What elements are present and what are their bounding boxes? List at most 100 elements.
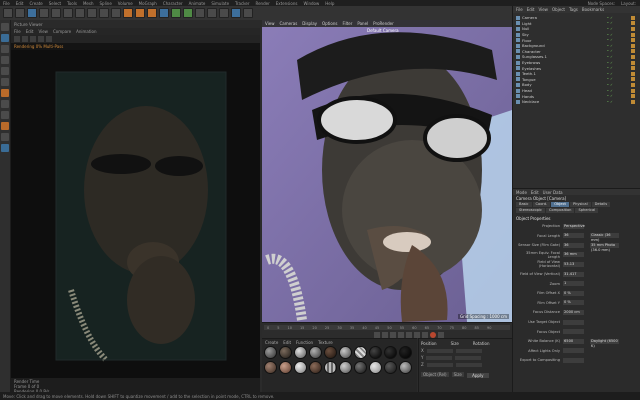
- menu-character[interactable]: Character: [163, 1, 183, 6]
- menu-mograph[interactable]: MoGraph: [139, 1, 157, 6]
- tweak-icon[interactable]: [1, 100, 9, 108]
- property-preset-select[interactable]: 35 mm Photo (36.0 mm): [590, 242, 619, 252]
- spline-pen-icon[interactable]: [171, 8, 181, 18]
- render-settings-icon[interactable]: [147, 8, 157, 18]
- attribute-tab-physical[interactable]: Physical: [569, 202, 591, 207]
- attribute-tab-stereoscopic[interactable]: Stereoscopic: [516, 208, 546, 213]
- visibility-toggle-icon[interactable]: • ✓: [607, 38, 613, 42]
- menu-extensions[interactable]: Extensions: [276, 1, 298, 6]
- material-swatch[interactable]: [369, 346, 382, 359]
- material-swatch[interactable]: [384, 346, 397, 359]
- autokey-icon[interactable]: [438, 331, 444, 338]
- object-menu-file[interactable]: File: [516, 7, 523, 12]
- edges-mode-icon[interactable]: [1, 67, 9, 75]
- make-editable-icon[interactable]: [1, 23, 9, 31]
- lock-workplane-icon[interactable]: [1, 133, 9, 141]
- material-tag-icon[interactable]: [631, 26, 635, 31]
- menu-render[interactable]: Render: [255, 1, 269, 6]
- position-x-field[interactable]: [426, 348, 453, 353]
- property-value-field[interactable]: 31.417: [563, 271, 584, 277]
- material-swatch[interactable]: [384, 361, 397, 374]
- stop-render-icon[interactable]: [30, 36, 36, 42]
- material-tag-icon[interactable]: [631, 77, 635, 82]
- position-y-field[interactable]: [426, 355, 453, 360]
- array-icon[interactable]: [195, 8, 205, 18]
- attribute-menu-edit[interactable]: Edit: [531, 190, 539, 195]
- menu-file[interactable]: File: [3, 1, 10, 6]
- property-value-field[interactable]: 1: [563, 281, 584, 287]
- visibility-toggle-icon[interactable]: • ✓: [607, 72, 613, 76]
- property-preset-select[interactable]: Classic (36 mm): [590, 233, 619, 242]
- redo-icon[interactable]: [15, 8, 25, 18]
- go-to-end-icon[interactable]: [422, 331, 428, 338]
- visibility-toggle-icon[interactable]: • ✓: [607, 100, 613, 104]
- move-icon[interactable]: [39, 8, 49, 18]
- property-value-field[interactable]: [563, 319, 584, 325]
- menu-mesh[interactable]: Mesh: [83, 1, 94, 6]
- visibility-toggle-icon[interactable]: • ✓: [607, 94, 613, 98]
- menu-animate[interactable]: Animate: [189, 1, 206, 6]
- property-value-field[interactable]: [563, 329, 584, 335]
- attribute-tab-coord[interactable]: Coord.: [532, 202, 551, 207]
- menu-volume[interactable]: Volume: [118, 1, 133, 6]
- object-menu-view[interactable]: View: [538, 7, 548, 12]
- menu-edit[interactable]: Edit: [16, 1, 24, 6]
- property-value-field[interactable]: 36 mm: [563, 252, 584, 258]
- visibility-toggle-icon[interactable]: • ✓: [607, 21, 613, 25]
- visibility-toggle-icon[interactable]: • ✓: [607, 83, 613, 87]
- attribute-tab-object[interactable]: Object: [551, 202, 569, 207]
- material-tag-icon[interactable]: [631, 43, 635, 48]
- material-tag-icon[interactable]: [631, 99, 635, 104]
- attribute-tab-basic[interactable]: Basic: [516, 202, 532, 207]
- object-row[interactable]: Necklace • ✓: [513, 99, 640, 105]
- material-menu-function[interactable]: Function: [296, 340, 313, 345]
- material-swatch[interactable]: [264, 346, 277, 359]
- render-view-icon[interactable]: [123, 8, 133, 18]
- material-menu-texture[interactable]: Texture: [318, 340, 333, 345]
- play-icon[interactable]: [398, 331, 404, 338]
- viewport-menu-panel[interactable]: Panel: [357, 21, 368, 26]
- material-swatch[interactable]: [399, 346, 412, 359]
- picture-viewer-menu-file[interactable]: File: [14, 29, 21, 34]
- enable-axis-icon[interactable]: [1, 89, 9, 97]
- record-icon[interactable]: [430, 331, 436, 338]
- size-x-field[interactable]: [455, 348, 482, 353]
- visibility-toggle-icon[interactable]: • ✓: [607, 89, 613, 93]
- previous-key-icon[interactable]: [382, 331, 388, 338]
- material-swatch[interactable]: [309, 346, 322, 359]
- picture-viewer-menu-edit[interactable]: Edit: [26, 29, 34, 34]
- snapping-icon[interactable]: [1, 111, 9, 119]
- scale-icon[interactable]: [51, 8, 61, 18]
- material-swatch[interactable]: [399, 361, 412, 374]
- texture-mode-icon[interactable]: [1, 45, 9, 53]
- material-swatch[interactable]: [324, 361, 337, 374]
- light-icon[interactable]: [243, 8, 253, 18]
- object-menu-bookmarks[interactable]: Bookmarks: [582, 7, 604, 12]
- visibility-toggle-icon[interactable]: • ✓: [607, 16, 613, 20]
- object-menu-tags[interactable]: Tags: [569, 7, 578, 12]
- property-value-field[interactable]: 0 %: [563, 300, 584, 306]
- property-value-field[interactable]: 53.13: [563, 261, 584, 267]
- history-icon[interactable]: [46, 36, 52, 42]
- material-swatch[interactable]: [354, 346, 367, 359]
- undo-icon[interactable]: [3, 8, 13, 18]
- material-tag-icon[interactable]: [631, 88, 635, 93]
- object-menu-edit[interactable]: Edit: [527, 7, 535, 12]
- material-tag-icon[interactable]: [631, 82, 635, 87]
- rotate-icon[interactable]: [63, 8, 73, 18]
- viewport-menu-prorender[interactable]: ProRender: [373, 21, 394, 26]
- picture-viewer-menu-view[interactable]: View: [38, 29, 48, 34]
- menu-help[interactable]: Help: [325, 1, 334, 6]
- cube-icon[interactable]: [159, 8, 169, 18]
- ab-compare-icon[interactable]: [38, 36, 44, 42]
- property-value-field[interactable]: [563, 348, 584, 354]
- attribute-menu-mode[interactable]: Mode: [516, 190, 527, 195]
- visibility-toggle-icon[interactable]: • ✓: [607, 44, 613, 48]
- material-tag-icon[interactable]: [631, 32, 635, 37]
- picture-viewer-menu-compare[interactable]: Compare: [53, 29, 71, 34]
- workplane-icon[interactable]: [1, 122, 9, 130]
- coordinate-system-icon[interactable]: [111, 8, 121, 18]
- viewport-menu-cameras[interactable]: Cameras: [280, 21, 298, 26]
- property-value-field[interactable]: 6500: [563, 338, 584, 344]
- menu-tracker[interactable]: Tracker: [235, 1, 249, 6]
